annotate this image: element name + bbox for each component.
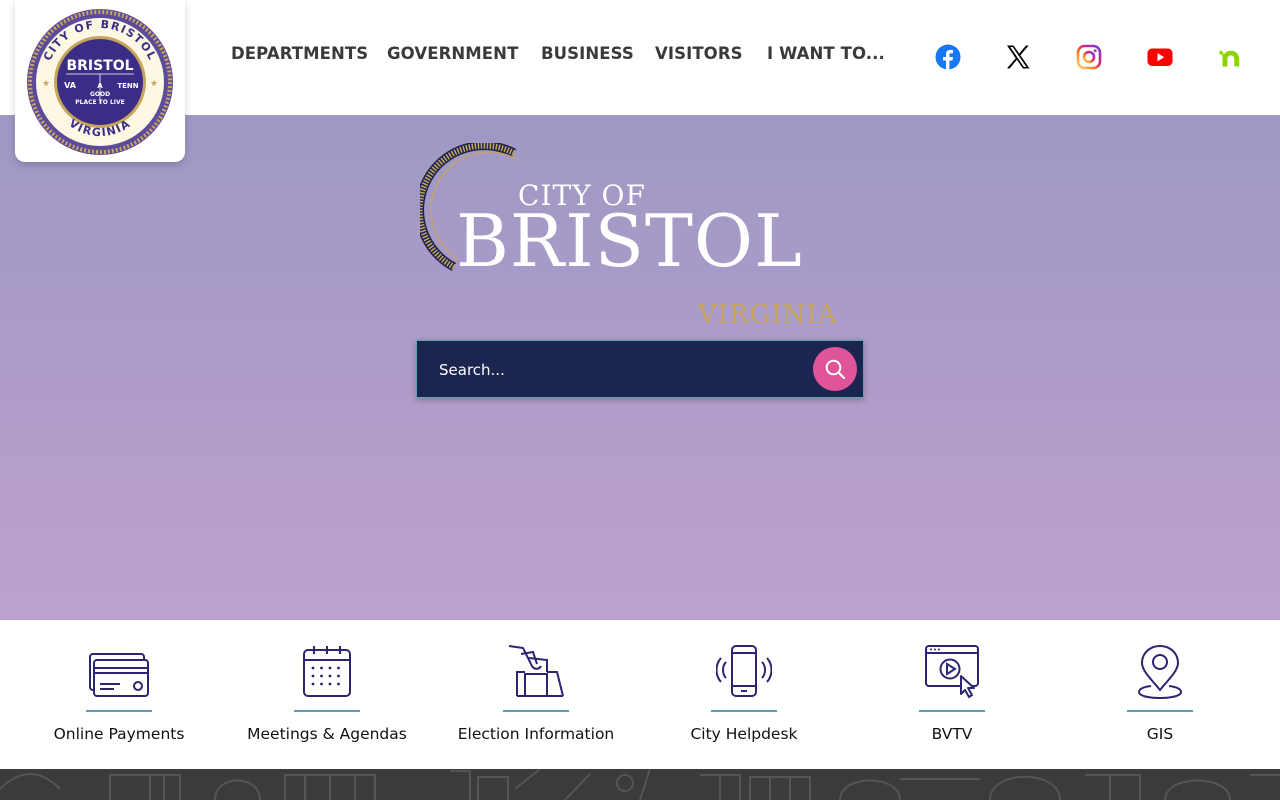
city-seal-link[interactable]: CITY OF BRISTOL VIRGINIA ★ ★ BRISTOL VA … (15, 0, 185, 162)
quick-link-label: GIS (1146, 725, 1174, 743)
nav-government[interactable]: GOVERNMENT (387, 44, 518, 63)
quick-link-label: BVTV (931, 725, 973, 743)
quick-link-bvtv[interactable]: BVTV (848, 620, 1056, 769)
hero-banner: CITY OF BRISTOL VIRGINIA (0, 115, 1280, 620)
seal-star-right: ★ (150, 79, 158, 89)
seal-center-title: BRISTOL (66, 58, 133, 74)
seal-motto-good: GOOD (90, 91, 110, 98)
decorative-line-art (0, 769, 1280, 800)
calendar-icon (303, 646, 351, 697)
logo-virginia-text: VIRGINIA (698, 300, 838, 330)
quick-link-meetings-agendas[interactable]: Meetings & Agendas (223, 620, 431, 769)
nav-i-want-to[interactable]: I WANT TO... (767, 44, 885, 63)
quick-link-underline (1127, 710, 1193, 712)
map-pin-icon (1137, 644, 1183, 700)
quick-link-label: Meetings & Agendas (247, 725, 407, 743)
instagram-icon[interactable] (1076, 44, 1102, 70)
x-twitter-icon[interactable] (1005, 44, 1031, 70)
search-input[interactable] (437, 355, 801, 385)
seal-motto-a: A (97, 82, 103, 90)
credit-card-icon (89, 653, 149, 697)
quick-links-bar: Online Payments Meetings & Agendas Elect… (0, 620, 1280, 769)
quick-link-underline (86, 710, 152, 712)
seal-right-state: TENN (117, 82, 138, 90)
quick-link-city-helpdesk[interactable]: City Helpdesk (640, 620, 848, 769)
seal-motto-line: PLACE TO LIVE (75, 99, 125, 106)
quick-link-label: Election Information (457, 725, 615, 743)
seal-left-state: VA (64, 81, 77, 90)
nextdoor-icon[interactable] (1218, 44, 1244, 70)
search-button[interactable] (813, 347, 857, 391)
seal-star-left: ★ (42, 79, 50, 89)
quick-link-underline (919, 710, 985, 712)
city-seal-logo: CITY OF BRISTOL VIRGINIA ★ ★ BRISTOL VA … (27, 9, 173, 155)
quick-link-label: Online Payments (53, 725, 185, 743)
nav-business[interactable]: BUSINESS (541, 44, 634, 63)
facebook-icon[interactable] (935, 44, 961, 70)
quick-link-underline (503, 710, 569, 712)
quick-link-underline (294, 710, 360, 712)
quick-link-online-payments[interactable]: Online Payments (15, 620, 223, 769)
ballot-box-icon (508, 645, 564, 697)
quick-link-gis[interactable]: GIS (1056, 620, 1264, 769)
nav-visitors[interactable]: VISITORS (655, 44, 743, 63)
mobile-phone-icon (716, 645, 772, 697)
site-search (416, 340, 864, 398)
quick-link-election-information[interactable]: Election Information (432, 620, 640, 769)
logo-bristol-text: BRISTOL (456, 199, 803, 283)
quick-link-underline (711, 710, 777, 712)
city-of-bristol-logo[interactable]: CITY OF BRISTOL VIRGINIA (420, 143, 860, 330)
site-header: CITY OF BRISTOL VIRGINIA ★ ★ BRISTOL VA … (0, 0, 1280, 162)
search-icon (825, 359, 846, 380)
footer-decorative-strip (0, 769, 1280, 800)
quick-link-label: City Helpdesk (690, 725, 798, 743)
youtube-icon[interactable] (1147, 44, 1173, 70)
video-player-icon (925, 645, 979, 698)
nav-departments[interactable]: DEPARTMENTS (231, 44, 368, 63)
